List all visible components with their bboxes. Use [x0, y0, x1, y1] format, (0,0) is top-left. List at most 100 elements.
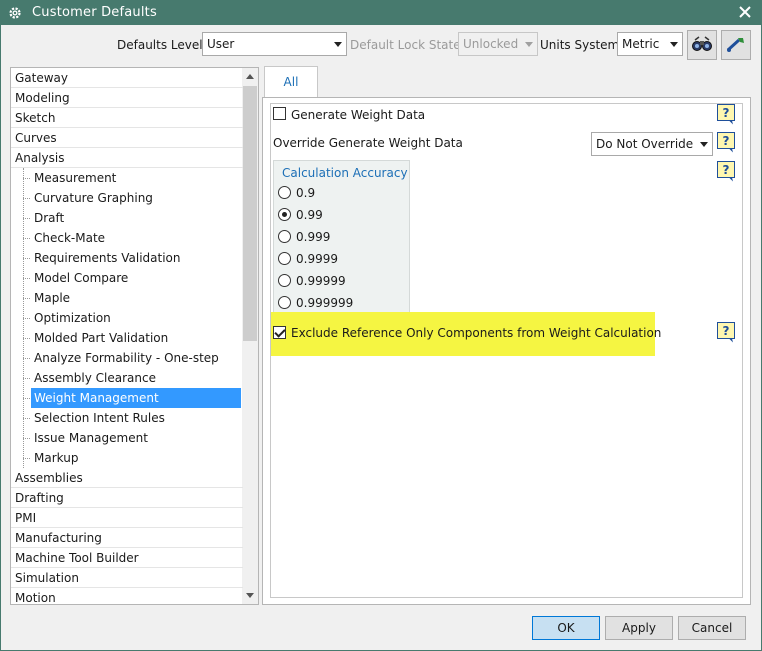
- tree-item-label: Check-Mate: [34, 231, 106, 245]
- help-icon[interactable]: ?: [717, 322, 735, 343]
- exclude-reference-label: Exclude Reference Only Components from W…: [291, 326, 662, 340]
- svg-text:?: ?: [723, 324, 730, 338]
- tree-item-label: Drafting: [15, 491, 64, 505]
- tree-item[interactable]: Simulation: [11, 568, 243, 588]
- accuracy-radio[interactable]: [278, 252, 291, 265]
- tree-connector: [23, 458, 30, 459]
- tree-item[interactable]: Markup: [11, 448, 243, 468]
- accuracy-radio[interactable]: [278, 230, 291, 243]
- tree-item-label: Motion: [15, 591, 56, 605]
- tree-item[interactable]: Analyze Formability - One-step: [11, 348, 243, 368]
- tree-connector: [23, 258, 30, 259]
- tree-item-label: Requirements Validation: [34, 251, 181, 265]
- binoculars-icon: [691, 35, 713, 56]
- tree-item[interactable]: Draft: [11, 208, 243, 228]
- tree-item[interactable]: Maple: [11, 288, 243, 308]
- accuracy-option-label: 0.99999: [296, 274, 346, 288]
- tree-item[interactable]: PMI: [11, 508, 243, 528]
- find-button[interactable]: [687, 30, 717, 60]
- defaults-level-select[interactable]: User: [202, 32, 347, 56]
- tree-item[interactable]: Selection Intent Rules: [11, 408, 243, 428]
- tree-item[interactable]: Issue Management: [11, 428, 243, 448]
- scroll-up-icon[interactable]: [242, 68, 258, 85]
- tree-item-label: Curves: [15, 131, 57, 145]
- tree-connector: [23, 438, 30, 439]
- tree-item[interactable]: Modeling: [11, 88, 243, 108]
- override-label: Override Generate Weight Data: [273, 136, 463, 150]
- tree-item-label: Assemblies: [15, 471, 83, 485]
- tree-item[interactable]: Manufacturing: [11, 528, 243, 548]
- tree-item-label: Molded Part Validation: [34, 331, 169, 345]
- help-icon[interactable]: ?: [717, 161, 735, 182]
- tree-item[interactable]: Analysis: [11, 148, 243, 168]
- settings-tool-button[interactable]: [721, 30, 751, 60]
- tree-connector: [23, 218, 30, 219]
- chevron-down-icon: [525, 42, 533, 47]
- tree-item-label: Markup: [34, 451, 79, 465]
- ok-button[interactable]: OK: [532, 616, 600, 640]
- accuracy-option-label: 0.9999: [296, 252, 338, 266]
- tree-item[interactable]: Molded Part Validation: [11, 328, 243, 348]
- accuracy-radio[interactable]: [278, 274, 291, 287]
- override-select[interactable]: Do Not Override: [591, 132, 713, 156]
- tree-item[interactable]: Assembly Clearance: [11, 368, 243, 388]
- tree-item-label: Issue Management: [34, 431, 148, 445]
- tree-item[interactable]: Sketch: [11, 108, 243, 128]
- tree-connector: [23, 338, 30, 339]
- tree-item[interactable]: Curves: [11, 128, 243, 148]
- tree-item-label: Gateway: [15, 71, 69, 85]
- tree-connector: [23, 238, 30, 239]
- tree-item-label: Optimization: [34, 311, 111, 325]
- units-system-select[interactable]: Metric: [617, 32, 683, 56]
- tree-item[interactable]: Machine Tool Builder: [11, 548, 243, 568]
- tree-item-label: Analyze Formability - One-step: [34, 351, 219, 365]
- accuracy-radio[interactable]: [278, 296, 291, 309]
- tree-item[interactable]: Measurement: [11, 168, 243, 188]
- accuracy-radio[interactable]: [278, 208, 291, 221]
- calculation-accuracy-title: Calculation Accuracy: [282, 166, 408, 180]
- help-icon[interactable]: ?: [717, 104, 735, 125]
- tree-connector: [23, 418, 30, 419]
- apply-button[interactable]: Apply: [605, 616, 673, 640]
- generate-weight-label: Generate Weight Data: [291, 108, 426, 122]
- tree-item[interactable]: Requirements Validation: [11, 248, 243, 268]
- chevron-down-icon: [670, 42, 678, 47]
- calculation-accuracy-group: Calculation Accuracy: [273, 160, 410, 316]
- cancel-button[interactable]: Cancel: [678, 616, 746, 640]
- tree-item[interactable]: Assemblies: [11, 468, 243, 488]
- tree-connector: [23, 198, 30, 199]
- close-icon[interactable]: [736, 3, 754, 21]
- wrench-icon: [725, 35, 747, 56]
- tree-item[interactable]: Model Compare: [11, 268, 243, 288]
- tree-item-label: Model Compare: [34, 271, 129, 285]
- tree-item[interactable]: Gateway: [11, 68, 243, 88]
- tree-connector: [23, 318, 30, 319]
- tree-item[interactable]: Weight Management: [11, 388, 243, 408]
- tree-item-label: Curvature Graphing: [34, 191, 153, 205]
- generate-weight-checkbox[interactable]: [273, 107, 286, 120]
- tree-item[interactable]: Check-Mate: [11, 228, 243, 248]
- tree-item-label: Assembly Clearance: [34, 371, 156, 385]
- tab-all[interactable]: All: [264, 66, 318, 98]
- scrollbar-thumb[interactable]: [243, 86, 257, 341]
- accuracy-radio[interactable]: [278, 186, 291, 199]
- chevron-down-icon: [334, 42, 342, 47]
- tree-item-label: Weight Management: [31, 388, 241, 408]
- exclude-reference-checkbox[interactable]: [273, 326, 286, 339]
- defaults-level-label: Defaults Level: [117, 38, 203, 52]
- lock-state-label: Default Lock State: [350, 38, 461, 52]
- lock-state-value: Unlocked: [463, 37, 519, 51]
- tree-connector: [23, 398, 30, 399]
- tree-scrollbar[interactable]: [242, 68, 258, 604]
- tree-item-label: Analysis: [15, 151, 65, 165]
- help-icon[interactable]: ?: [717, 132, 735, 153]
- tree-item-label: Simulation: [15, 571, 79, 585]
- defaults-level-value: User: [207, 37, 235, 51]
- tree-item[interactable]: Curvature Graphing: [11, 188, 243, 208]
- tree-item[interactable]: Drafting: [11, 488, 243, 508]
- scroll-down-icon[interactable]: [242, 587, 258, 604]
- tree-item[interactable]: Optimization: [11, 308, 243, 328]
- chevron-down-icon: [700, 142, 708, 147]
- category-tree[interactable]: Gateway Modeling Sketch Curves Analysis Measu…: [10, 67, 259, 605]
- tree-item[interactable]: Motion: [11, 588, 243, 605]
